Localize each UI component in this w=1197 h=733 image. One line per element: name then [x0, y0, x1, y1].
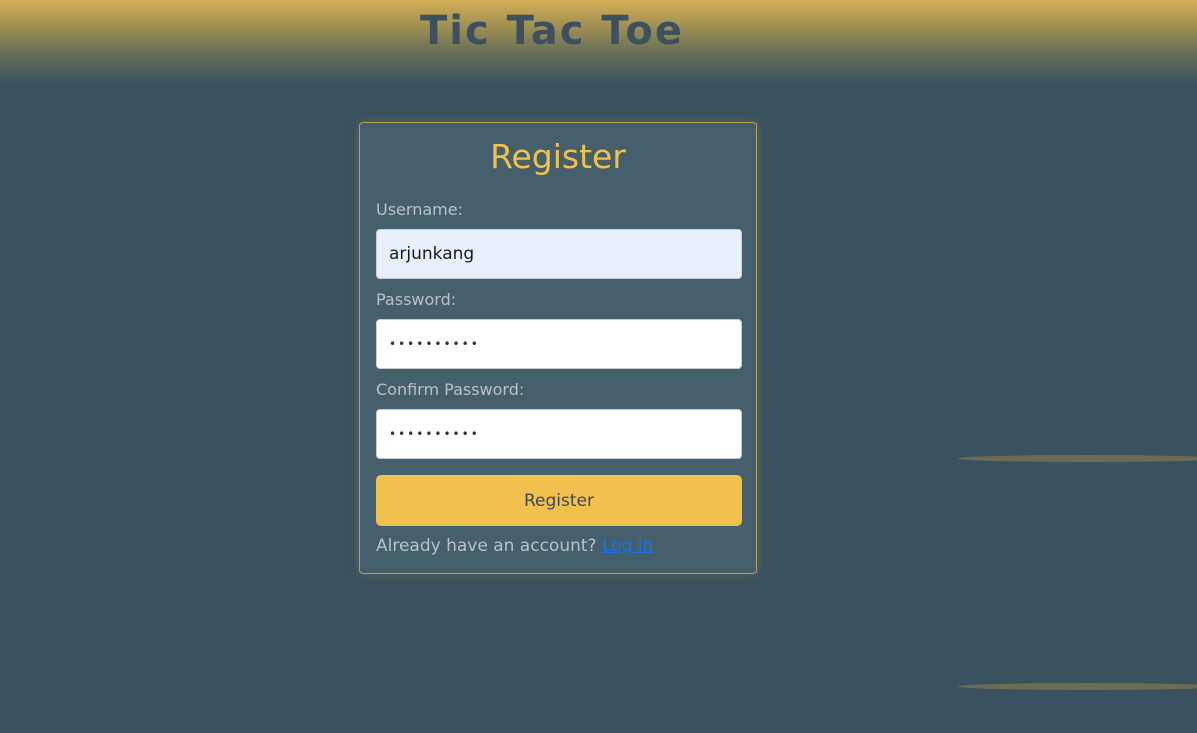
login-link[interactable]: Log in [602, 536, 653, 556]
confirm-password-label: Confirm Password: [376, 380, 525, 399]
login-prompt: Already have an account? Log in [376, 536, 653, 556]
login-prompt-text: Already have an account? [376, 536, 597, 556]
password-label: Password: [376, 290, 457, 309]
username-input[interactable] [376, 229, 742, 279]
header-banner: Tic Tac Toe [0, 0, 1197, 84]
decorative-streak [958, 455, 1197, 462]
password-input[interactable] [376, 319, 742, 369]
form-title: Register [490, 137, 626, 176]
register-card: Register Username: Password: Confirm Pas… [359, 122, 757, 574]
app-title: Tic Tac Toe [420, 8, 684, 54]
confirm-password-input[interactable] [376, 409, 742, 459]
username-label: Username: [376, 200, 463, 219]
page: Tic Tac Toe Register Username: Password:… [0, 0, 1197, 733]
register-button[interactable]: Register [376, 475, 742, 526]
decorative-streak [958, 683, 1197, 690]
